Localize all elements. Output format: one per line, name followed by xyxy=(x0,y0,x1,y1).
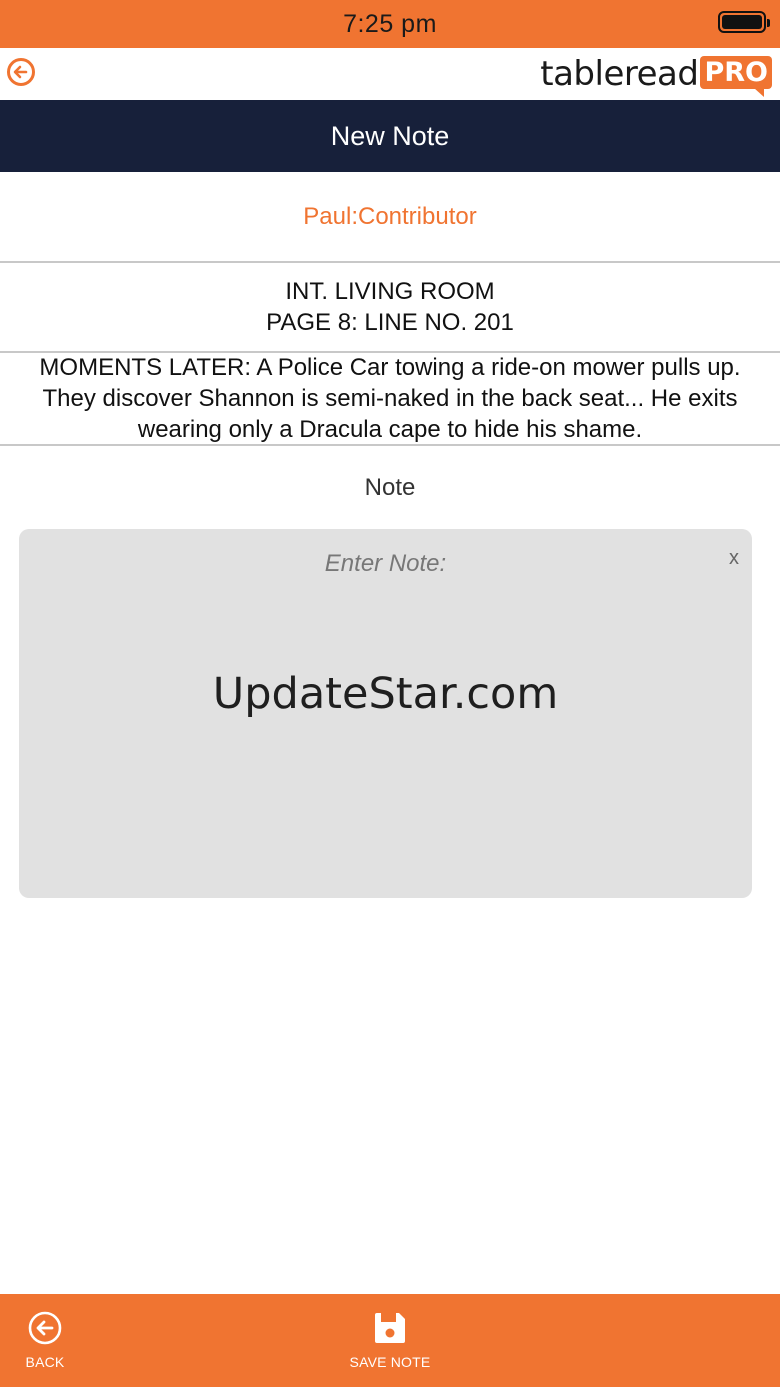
tableread-logo: tableread PRO xyxy=(540,52,772,98)
scene-location: PAGE 8: LINE NO. 201 xyxy=(266,309,514,336)
floppy-disk-icon xyxy=(375,1313,405,1343)
note-input[interactable]: Enter Note: x UpdateStar.com xyxy=(19,529,752,898)
scene-heading: INT. LIVING ROOM xyxy=(285,278,495,305)
scene-info: INT. LIVING ROOM PAGE 8: LINE NO. 201 xyxy=(0,263,780,351)
logo-pro-badge: PRO xyxy=(700,56,772,97)
status-time: 7:25 pm xyxy=(343,9,437,38)
battery-icon xyxy=(718,11,770,33)
app-header: tableread PRO xyxy=(0,48,780,100)
save-note-label: SAVE NOTE xyxy=(349,1354,431,1370)
back-button[interactable]: BACK xyxy=(10,1294,80,1387)
divider xyxy=(0,444,780,446)
contributor-label: Paul:Contributor xyxy=(303,202,477,230)
back-arrow-icon xyxy=(28,1311,62,1345)
scene-description: MOMENTS LATER: A Police Car towing a rid… xyxy=(39,354,741,443)
save-note-button[interactable]: SAVE NOTE xyxy=(330,1294,450,1387)
page-title: New Note xyxy=(330,120,450,151)
logo-text: tableread xyxy=(540,54,699,94)
title-bar: New Note xyxy=(0,100,780,172)
watermark: UpdateStar.com xyxy=(212,669,559,719)
back-arrow-icon[interactable] xyxy=(7,58,35,86)
note-label: Note xyxy=(364,474,416,501)
note-placeholder: Enter Note: xyxy=(324,550,447,577)
clear-note-button[interactable]: x xyxy=(729,547,739,570)
bottom-toolbar: BACK SAVE NOTE xyxy=(0,1294,780,1387)
status-bar: 7:25 pm xyxy=(0,0,780,48)
back-label: BACK xyxy=(25,1354,65,1370)
